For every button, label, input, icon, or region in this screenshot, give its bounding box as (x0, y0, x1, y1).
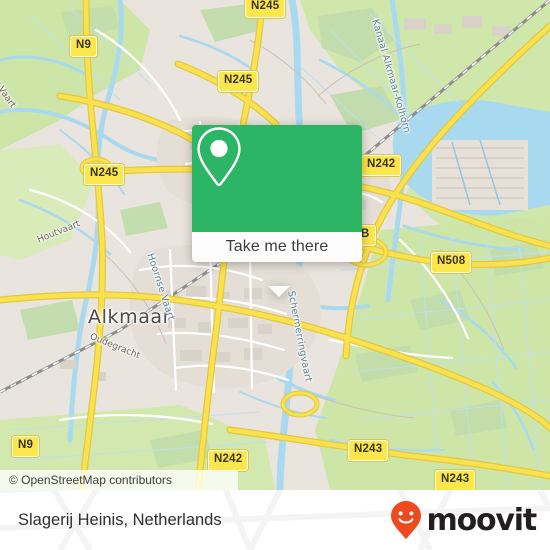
place-name: Slagerij Heinis, Netherlands (18, 510, 222, 529)
road-shield-n243-right[interactable]: N243 (435, 470, 476, 490)
road-shield-n9-bottom[interactable]: N9 (12, 436, 40, 457)
popup-action-bar[interactable]: Take me there (192, 232, 362, 262)
road-shield-n242-bottom[interactable]: N242 (208, 450, 249, 471)
road-shield-n9-top[interactable]: N9 (70, 36, 98, 57)
moovit-pin-icon (390, 501, 421, 539)
road-shield-n245-top[interactable]: N245 (245, 0, 286, 18)
road-shield-n245-left[interactable]: N245 (84, 164, 125, 185)
attribution-text: © OpenStreetMap contributors (9, 473, 172, 487)
moovit-map-page: Alkmaar Kanaal Alkmaar-Kolhorn Schermerr… (0, 0, 550, 550)
popup-tail (268, 286, 290, 297)
popup-action-label: Take me there (225, 238, 329, 255)
take-me-there-popup[interactable]: Take me there (192, 125, 362, 297)
road-shield-n245-mid[interactable]: N245 (218, 71, 259, 92)
place-name-block: Slagerij Heinis, Netherlands (18, 490, 222, 550)
road-shield-n242-right[interactable]: N242 (361, 155, 402, 176)
moovit-wordmark: moovit (426, 502, 538, 538)
map-attribution[interactable]: © OpenStreetMap contributors (0, 470, 238, 490)
map-pin-icon (197, 127, 241, 187)
popup-header (192, 125, 362, 232)
moovit-logo[interactable]: moovit (389, 490, 538, 550)
road-shield-n243-left[interactable]: N243 (348, 440, 389, 461)
road-shield-n508[interactable]: N508 (431, 252, 472, 273)
map-canvas[interactable]: Alkmaar Kanaal Alkmaar-Kolhorn Schermerr… (0, 0, 550, 490)
footer-bar: Slagerij Heinis, Netherlands moovit (0, 490, 550, 550)
